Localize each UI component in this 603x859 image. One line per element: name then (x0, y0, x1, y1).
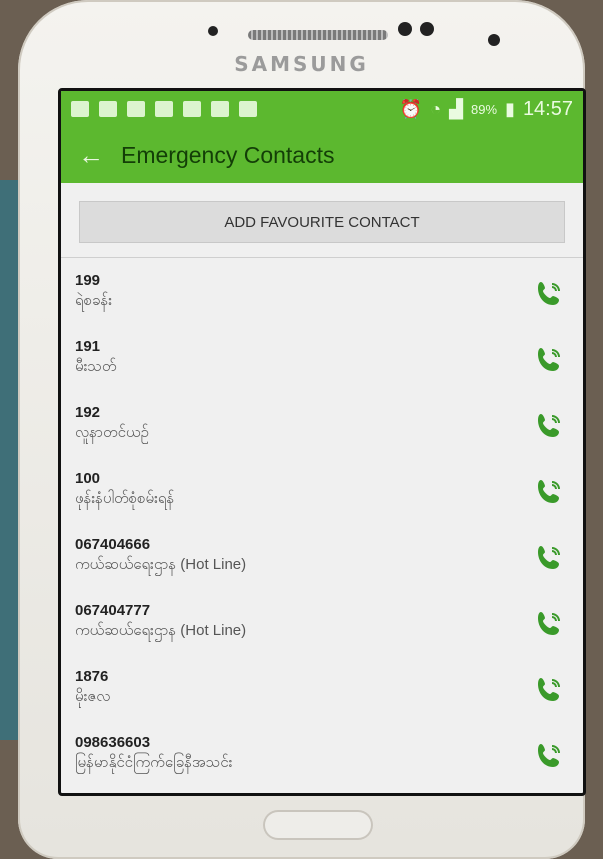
status-right: ⏰ ◔ ▟ 89% ▮ 14:57 (400, 98, 573, 121)
contact-row[interactable]: 098636603 မြန်မာနိုင်ငံကြက်ခြေနီအသင်း (61, 730, 583, 793)
phone-call-icon[interactable] (533, 674, 565, 706)
contact-name: မြန်မာနိုင်ငံကြက်ခြေနီအသင်း (75, 754, 233, 771)
contact-number: 191 (75, 338, 101, 355)
contacts-list: 199 ရဲစခန်း 191 မီးသတ် 192 လူနာတင်ယဉ် 10… (61, 258, 583, 793)
phone-call-icon[interactable] (533, 344, 565, 376)
contact-name: ကယ်ဆယ်ရေးဌာန (Hot Line) (75, 622, 247, 639)
phone-call-icon[interactable] (533, 740, 565, 772)
contact-row[interactable]: 199 ရဲစခန်း (61, 268, 583, 334)
contact-row[interactable]: 067404666 ကယ်ဆယ်ရေးဌာန (Hot Line) (61, 532, 583, 598)
brand-logo: SAMSUNG (234, 52, 369, 76)
battery-icon: ▮ (505, 98, 515, 119)
notification-icons (71, 101, 257, 117)
contact-number: 067404666 (75, 536, 151, 553)
contact-row[interactable]: 191 မီးသတ် (61, 334, 583, 400)
phone-call-icon[interactable] (533, 278, 565, 310)
facebook-icon (183, 101, 201, 117)
message-icon (71, 101, 89, 117)
phone-call-icon[interactable] (533, 608, 565, 640)
phone-call-icon[interactable] (533, 542, 565, 574)
phone-call-icon[interactable] (533, 410, 565, 442)
page-title: Emergency Contacts (121, 141, 335, 168)
contact-name: ရဲစခန်း (75, 292, 113, 309)
add-contact-icon (99, 101, 117, 117)
facebook-icon (155, 101, 173, 117)
add-favourite-section: ADD FAVOURITE CONTACT (61, 183, 583, 258)
contact-row[interactable]: 1876 မိုးဇလ (61, 664, 583, 730)
light-sensor (420, 22, 434, 36)
contact-name: မီးသတ် (75, 358, 117, 375)
battery-level: 89% (471, 101, 498, 117)
contact-row[interactable]: 100 ဖုန်းနံပါတ်စုံစမ်းရန် (61, 466, 583, 532)
led-indicator (488, 34, 500, 46)
contact-row[interactable]: 067404777 ကယ်ဆယ်ရေးဌာန (Hot Line) (61, 598, 583, 664)
app-bar: ← Emergency Contacts (61, 127, 583, 183)
contact-number: 199 (75, 272, 101, 289)
wifi-icon: ◔ (430, 98, 442, 119)
background-edge (0, 180, 18, 740)
facebook-icon (239, 101, 257, 117)
alarm-icon: ⏰ (399, 98, 423, 119)
signal-icon: ▟ (449, 98, 463, 119)
phone-call-icon[interactable] (533, 476, 565, 508)
contact-name: ကယ်ဆယ်ရေးဌာန (Hot Line) (75, 556, 247, 573)
contact-row[interactable]: 192 လူနာတင်ယဉ် (61, 400, 583, 466)
home-button[interactable] (263, 810, 373, 840)
contact-number: 098636603 (75, 734, 151, 751)
contact-name: လူနာတင်ယဉ် (75, 424, 149, 441)
contact-name: မိုးဇလ (75, 688, 111, 705)
proximity-sensor (398, 22, 412, 36)
back-arrow-icon[interactable]: ← (61, 140, 121, 171)
facebook-icon (127, 101, 145, 117)
contact-name: ဖုန်းနံပါတ်စုံစမ်းရန် (75, 490, 175, 507)
facebook-icon (211, 101, 229, 117)
screen: ⏰ ◔ ▟ 89% ▮ 14:57 ← Emergency Contacts A… (58, 88, 586, 796)
front-camera (208, 26, 218, 36)
phone-body: SAMSUNG ⏰ ◔ ▟ 89% ▮ 14:57 ← Emergency Co… (18, 0, 586, 859)
add-favourite-contact-button[interactable]: ADD FAVOURITE CONTACT (79, 201, 565, 243)
earpiece-speaker (248, 30, 388, 40)
contact-number: 192 (75, 404, 101, 421)
clock: 14:57 (522, 97, 573, 120)
contact-number: 067404777 (75, 602, 151, 619)
contact-number: 1876 (75, 668, 109, 685)
status-bar: ⏰ ◔ ▟ 89% ▮ 14:57 (61, 91, 583, 127)
contact-number: 100 (75, 470, 101, 487)
